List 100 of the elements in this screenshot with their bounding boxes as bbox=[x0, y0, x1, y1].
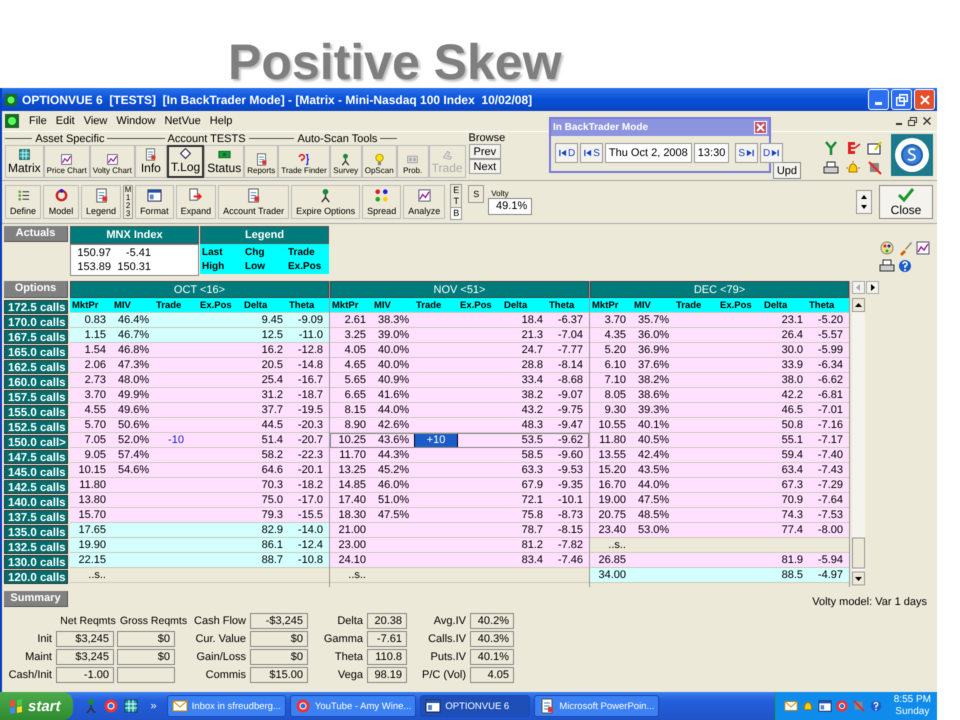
strike-label[interactable]: 152.5 calls bbox=[4, 420, 68, 434]
taskbar-button[interactable]: Microsoft PowerPoin... bbox=[534, 695, 660, 717]
table-cell-text: 47.5% bbox=[377, 508, 410, 522]
step-forward-button[interactable]: D bbox=[760, 143, 784, 163]
table-cell-text: 70.3 bbox=[260, 478, 284, 492]
toolbar-button[interactable]: Matrix bbox=[5, 145, 44, 178]
date-field[interactable]: Thu Oct 2, 2008 bbox=[604, 143, 692, 163]
toolbar-button[interactable]: Info bbox=[134, 145, 167, 178]
legend-header: Legend bbox=[200, 226, 329, 244]
menu-item[interactable]: Help bbox=[210, 115, 232, 127]
table-cell-text: 14.85 bbox=[337, 478, 367, 492]
table-cell-text: -9.47 bbox=[556, 418, 584, 432]
toolbar-button[interactable]: Prob. bbox=[396, 145, 429, 178]
toolbar-button[interactable]: Legend bbox=[81, 185, 122, 219]
strike-label[interactable]: 130.0 calls bbox=[4, 555, 68, 569]
time-field[interactable]: 13:30 bbox=[694, 143, 730, 163]
toolbar-button[interactable]: Status bbox=[204, 145, 244, 178]
update-button[interactable]: Upd bbox=[772, 162, 801, 179]
strike-label[interactable]: 150.0 call> bbox=[4, 435, 68, 449]
close-button[interactable] bbox=[914, 89, 935, 110]
strike-label[interactable]: 140.0 calls bbox=[4, 495, 68, 509]
export-icon bbox=[845, 140, 861, 156]
strike-label[interactable]: 142.5 calls bbox=[4, 480, 68, 494]
scrollbar[interactable] bbox=[852, 298, 865, 586]
matrix-tab[interactable]: 1 bbox=[126, 194, 130, 202]
toolbar-button[interactable]: Survey bbox=[330, 145, 362, 178]
matrix-tab[interactable]: M bbox=[124, 186, 132, 194]
step-forward-button[interactable]: S bbox=[735, 143, 758, 163]
table-cell-text: -6.37 bbox=[556, 314, 584, 326]
table-cell-text: 5.65 bbox=[344, 374, 367, 386]
menu-item[interactable]: NetVue bbox=[164, 115, 201, 127]
table-cell-text: 4.35 bbox=[604, 328, 627, 342]
browse-button[interactable]: Prev bbox=[468, 144, 502, 159]
close-button[interactable]: Close bbox=[879, 185, 933, 219]
taskbar-button[interactable]: Inbox in sfreudberg... bbox=[166, 695, 286, 717]
view-tab[interactable]: T bbox=[451, 196, 462, 207]
start-button[interactable]: start bbox=[0, 692, 73, 720]
toolbar-button[interactable]: T.Log bbox=[166, 145, 204, 178]
strike-label[interactable]: 132.5 calls bbox=[4, 540, 68, 554]
menu-item[interactable]: Window bbox=[116, 115, 156, 127]
taskbar-button[interactable]: YouTube - Amy Wine... bbox=[290, 695, 416, 717]
table-cell-text: 44.0% bbox=[637, 478, 670, 492]
strike-label[interactable]: 137.5 calls bbox=[4, 510, 68, 524]
envelope-icon bbox=[784, 699, 798, 713]
table-cell-text: -7.53 bbox=[816, 508, 844, 522]
table-cell-text: 12.5 bbox=[260, 328, 284, 342]
overflow-button[interactable]: » bbox=[150, 700, 157, 712]
matrix-tab[interactable]: 2 bbox=[126, 202, 130, 210]
taskbar-button[interactable]: OPTIONVUE 6 bbox=[420, 695, 530, 717]
table-cell-text: 48.5% bbox=[637, 508, 670, 522]
strike-label[interactable]: 147.5 calls bbox=[4, 450, 68, 464]
minimize-button[interactable] bbox=[868, 89, 889, 110]
restore-icon[interactable] bbox=[908, 116, 917, 126]
value-field: 40.3% bbox=[470, 631, 514, 647]
toolbar-button[interactable]: Model bbox=[43, 185, 80, 219]
toolbar-button[interactable]: Reports bbox=[244, 145, 278, 178]
table-cell-text: 10.55 bbox=[597, 418, 627, 432]
table-cell-text: 1.54 bbox=[84, 344, 107, 356]
strike-label[interactable]: 167.5 calls bbox=[4, 330, 68, 344]
menu-item[interactable]: File bbox=[29, 115, 47, 127]
toolbar-button[interactable]: Format bbox=[135, 185, 174, 219]
scroll-right-icon[interactable] bbox=[866, 281, 879, 294]
strike-label[interactable]: 157.5 calls bbox=[4, 390, 68, 404]
toolbar-button[interactable]: Price Chart bbox=[44, 145, 90, 178]
s-toggle[interactable]: S bbox=[468, 185, 484, 203]
strike-label[interactable]: 120.0 calls bbox=[4, 570, 68, 584]
table-cell-text: 17.40 bbox=[337, 494, 367, 506]
table-cell-text: 21.3 bbox=[520, 328, 544, 342]
strike-label[interactable]: 172.5 calls bbox=[4, 300, 68, 314]
toolbar-button[interactable]: Expand bbox=[176, 185, 216, 219]
toolbar-button[interactable]: OpScan bbox=[362, 145, 397, 178]
toolbar-button[interactable]: Account Trader bbox=[218, 185, 290, 219]
toolbar-button[interactable]: Expire Options bbox=[291, 185, 360, 219]
view-tab[interactable]: E bbox=[451, 185, 462, 196]
browse-button[interactable]: Next bbox=[468, 159, 502, 174]
column-header: Theta bbox=[808, 300, 836, 310]
strike-label[interactable]: 145.0 calls bbox=[4, 465, 68, 479]
strike-label[interactable]: 135.0 calls bbox=[4, 525, 68, 539]
close-button[interactable] bbox=[754, 121, 767, 134]
step-back-button[interactable]: D bbox=[555, 143, 578, 163]
strike-label[interactable]: 155.0 calls bbox=[4, 405, 68, 419]
toolbar-button[interactable]: Spread bbox=[362, 185, 402, 219]
strike-label[interactable]: 165.0 calls bbox=[4, 345, 68, 359]
toolbar-button[interactable]: Volty Chart bbox=[90, 145, 135, 178]
strike-label[interactable]: 170.0 calls bbox=[4, 315, 68, 329]
close-icon[interactable] bbox=[923, 116, 931, 124]
strike-label[interactable]: 160.0 calls bbox=[4, 375, 68, 389]
volty-field[interactable]: 49.1% bbox=[488, 198, 532, 215]
menu-item[interactable]: View bbox=[84, 115, 108, 127]
matrix-tab[interactable]: 3 bbox=[126, 210, 130, 218]
toolbar-button[interactable]: Analyze bbox=[403, 185, 446, 219]
toolbar-button[interactable]: Trade Finder bbox=[278, 145, 330, 178]
minimize-icon[interactable] bbox=[896, 122, 902, 124]
toolbar-button[interactable]: Define bbox=[5, 185, 42, 219]
maximize-button[interactable] bbox=[891, 89, 912, 110]
spinner-control[interactable] bbox=[856, 190, 872, 214]
view-tab[interactable]: B bbox=[451, 207, 462, 219]
step-back-button[interactable]: S bbox=[580, 143, 603, 163]
strike-label[interactable]: 162.5 calls bbox=[4, 360, 68, 374]
menu-item[interactable]: Edit bbox=[56, 115, 75, 127]
